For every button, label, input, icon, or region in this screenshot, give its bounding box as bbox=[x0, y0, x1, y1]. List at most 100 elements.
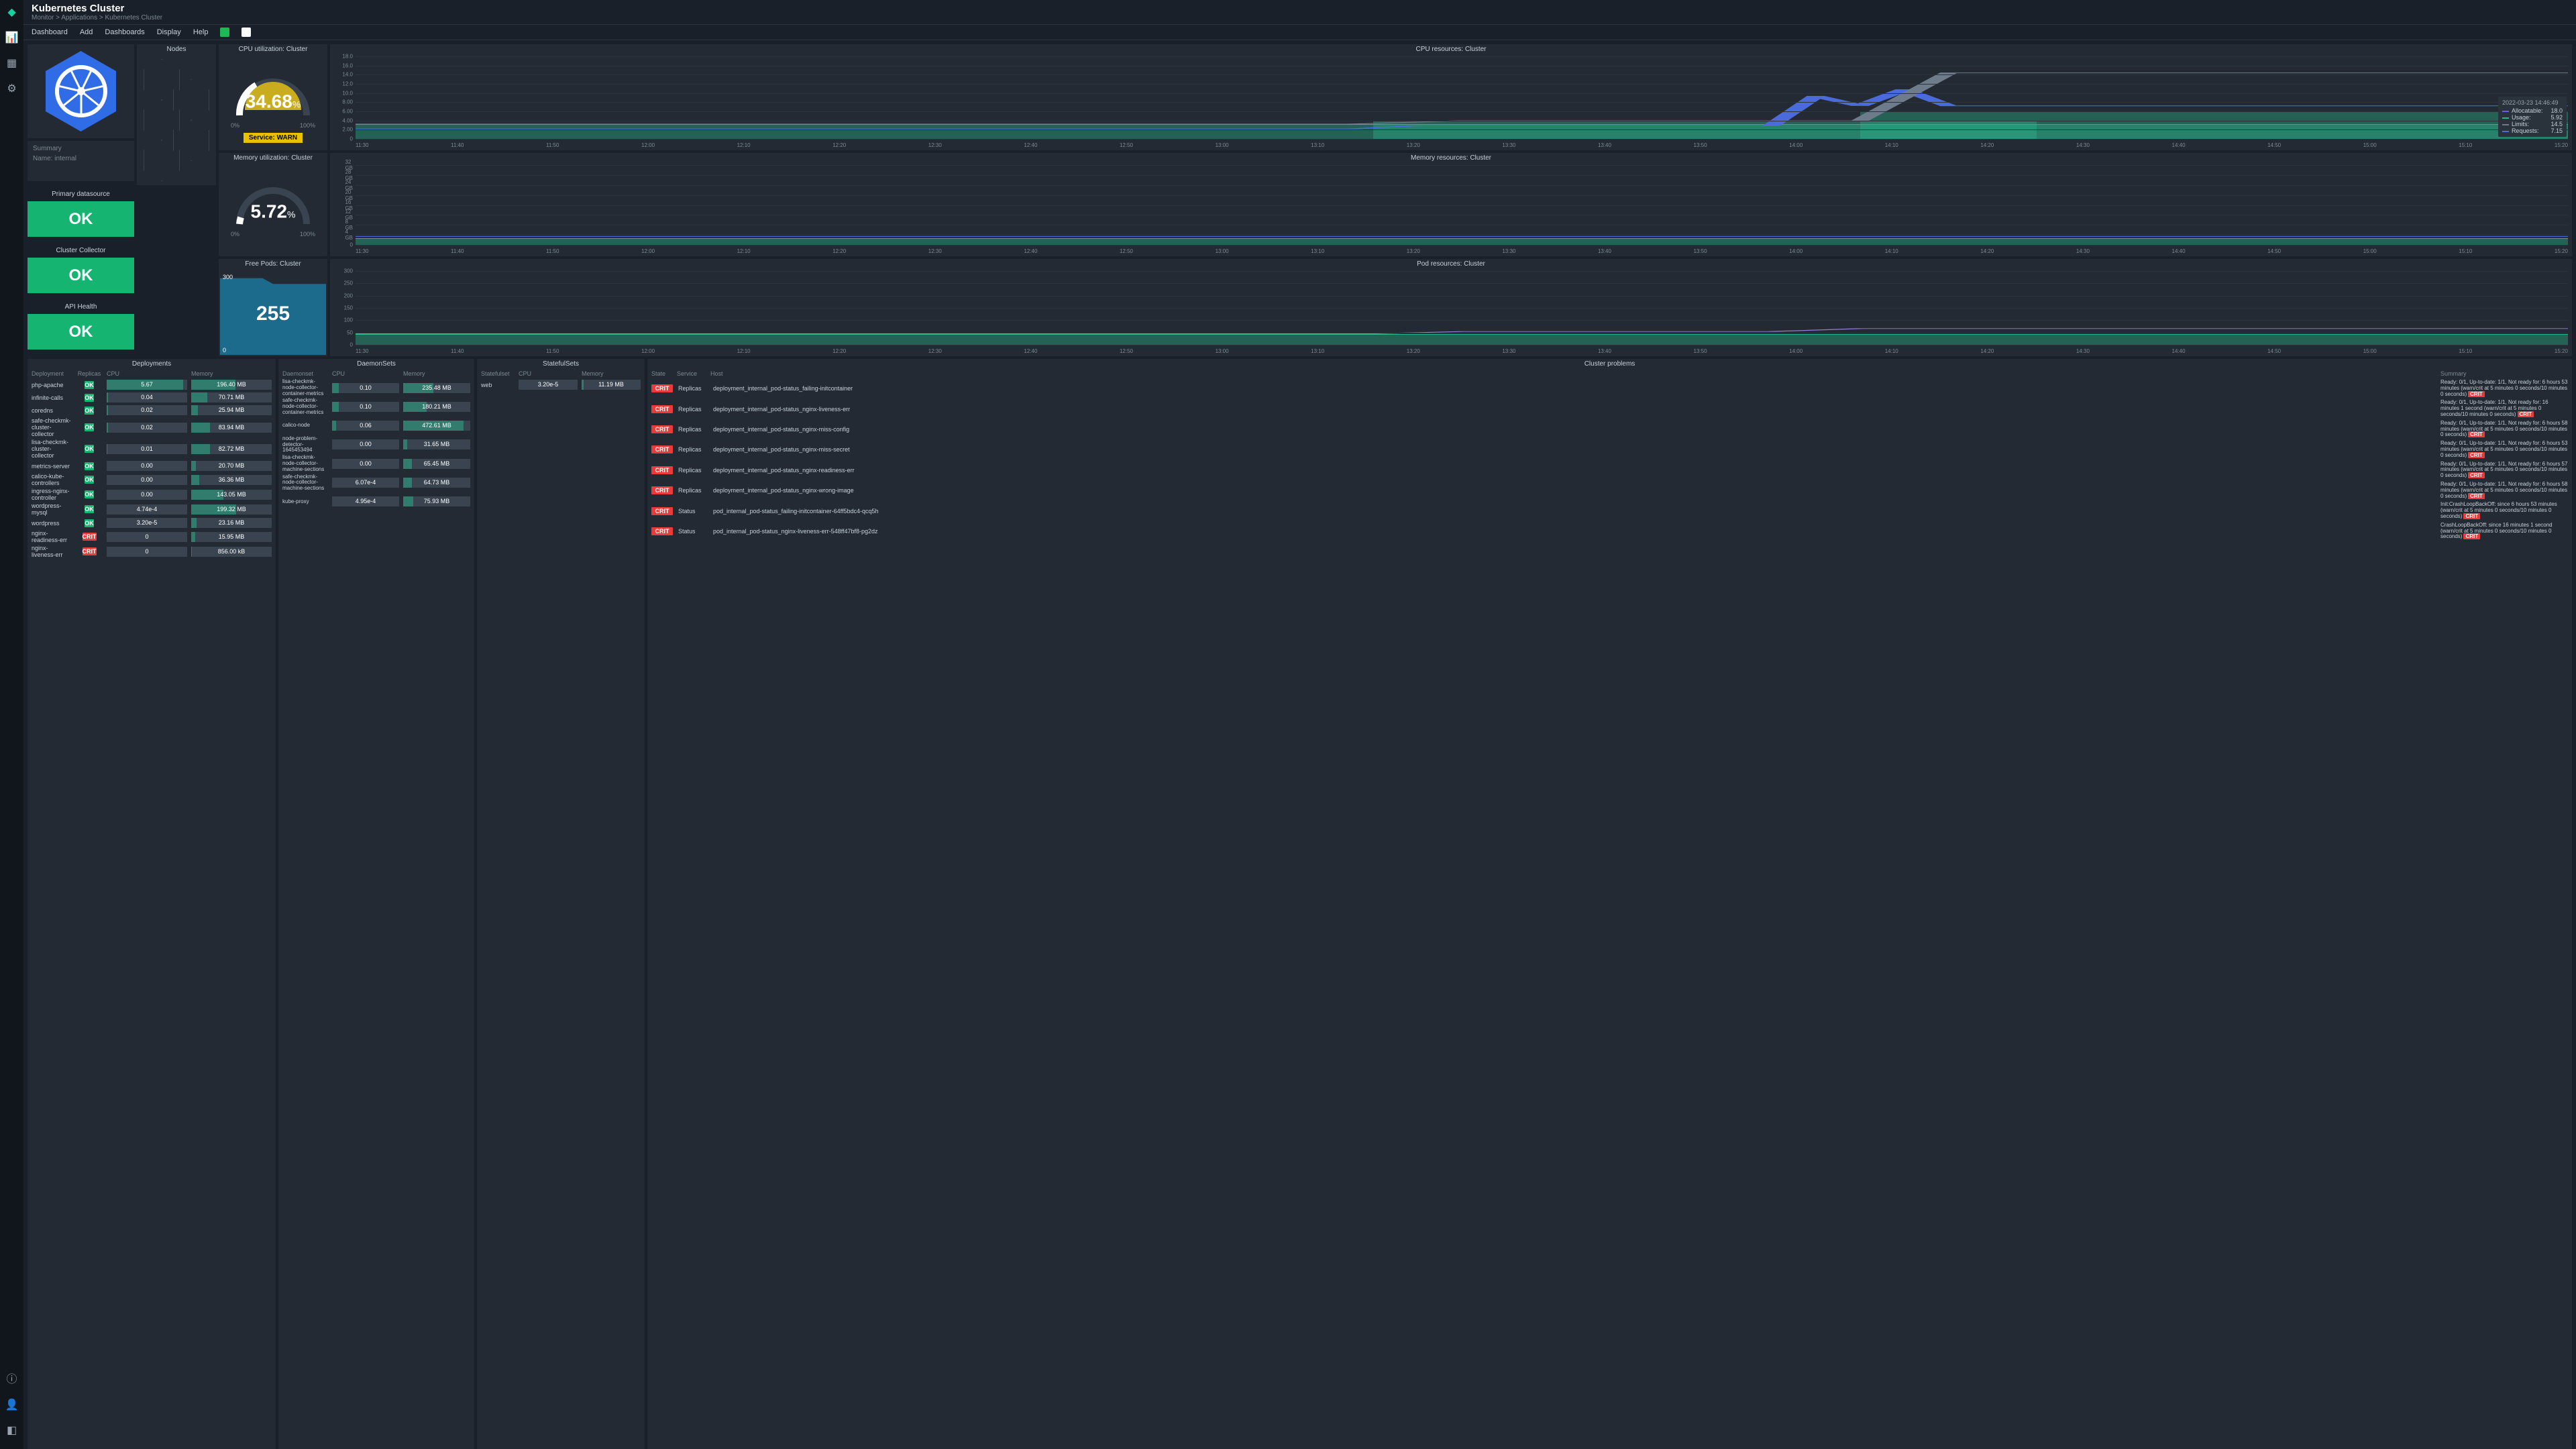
table-row[interactable]: safe-checkmk-cluster-collector OK 0.02 8… bbox=[28, 417, 276, 438]
problem-summary: Ready: 0/1, Up-to-date: 1/1, Not ready f… bbox=[2440, 441, 2568, 458]
cpu-bar: 0 bbox=[107, 547, 187, 557]
cpu-bar: 0 bbox=[107, 532, 187, 542]
table-row[interactable]: CRIT Replicas deployment_internal_pod-st… bbox=[647, 480, 2572, 500]
table-row[interactable]: lisa-checkmk-node-collector-machine-sect… bbox=[278, 454, 474, 473]
cluster-logo-panel bbox=[28, 44, 134, 138]
memory-bar: 20.70 MB bbox=[191, 461, 272, 471]
cpu-bar: 0.00 bbox=[107, 475, 187, 485]
nav-apps-icon[interactable]: ▦ bbox=[7, 56, 17, 70]
memory-bar: 70.71 MB bbox=[191, 392, 272, 402]
host-name: pod_internal_pod-status_nginx-liveness-e… bbox=[713, 528, 2435, 535]
problem-summary: Ready: 0/1, Up-to-date: 1/1, Not ready f… bbox=[2440, 421, 2568, 438]
menu-dashboard[interactable]: Dashboard bbox=[32, 28, 68, 36]
table-row[interactable]: web 3.20e-5 11.19 MB bbox=[477, 378, 645, 391]
cpu-bar: 6.07e-4 bbox=[332, 478, 399, 488]
cpu-resources-chart[interactable]: CPU resources: Cluster 18.016.014.012.01… bbox=[330, 44, 2572, 150]
pod-resources-chart[interactable]: Pod resources: Cluster 30025020015010050… bbox=[330, 259, 2572, 356]
deployment-name: wordpress-mysql bbox=[32, 502, 72, 516]
status-badge: OK bbox=[85, 445, 94, 453]
daemonset-name: node-problem-detector-1645453494 bbox=[282, 436, 328, 453]
nav-collapse-icon[interactable]: ◧ bbox=[7, 1424, 17, 1437]
status-value[interactable]: OK bbox=[28, 258, 134, 293]
nav-monitor-icon[interactable]: 📊 bbox=[5, 31, 19, 44]
app-logo: ◆ bbox=[7, 5, 15, 19]
table-row[interactable]: lisa-checkmk-cluster-collector OK 0.01 8… bbox=[28, 438, 276, 460]
status-badge: OK bbox=[85, 394, 94, 402]
memory-bar: 472.61 MB bbox=[403, 421, 470, 431]
free-pods-value: 255 bbox=[256, 303, 290, 325]
table-row[interactable]: wordpress OK 3.20e-5 23.16 MB bbox=[28, 517, 276, 529]
service-name: Replicas bbox=[678, 467, 708, 474]
table-row[interactable]: metrics-server OK 0.00 20.70 MB bbox=[28, 460, 276, 472]
table-row[interactable]: safe-checkmk-node-collector-machine-sect… bbox=[278, 474, 474, 492]
cpu-gauge-value: 34.68% bbox=[246, 91, 301, 112]
dashboard-main: Summary Name: internal Primary datasourc… bbox=[23, 40, 2576, 1449]
table-row[interactable]: kube-proxy 4.95e-4 75.93 MB bbox=[278, 492, 474, 511]
menu-dashboards[interactable]: Dashboards bbox=[105, 28, 144, 36]
free-pods-panel: Free Pods: Cluster 300 0 255 bbox=[219, 259, 327, 356]
state-badge: CRIT bbox=[651, 486, 673, 494]
table-row[interactable]: calico-node 0.06 472.61 MB bbox=[278, 417, 474, 435]
table-row[interactable]: CRIT Status pod_internal_pod-status_ngin… bbox=[647, 521, 2572, 541]
host-name: deployment_internal_pod-status_nginx-mis… bbox=[713, 426, 2435, 433]
memory-bar: 11.19 MB bbox=[582, 380, 641, 390]
table-row[interactable]: coredns OK 0.02 25.94 MB bbox=[28, 404, 276, 417]
kubernetes-logo-icon bbox=[46, 51, 116, 131]
table-row[interactable]: CRIT Replicas deployment_internal_pod-st… bbox=[647, 439, 2572, 460]
cpu-bar: 0.00 bbox=[107, 461, 187, 471]
status-badge: OK bbox=[85, 519, 94, 527]
table-row[interactable]: node-problem-detector-1645453494 0.00 31… bbox=[278, 435, 474, 454]
nav-user-icon[interactable]: 👤 bbox=[5, 1398, 19, 1411]
daemonset-name: lisa-checkmk-node-collector-machine-sect… bbox=[282, 455, 328, 472]
table-row[interactable]: CRIT Replicas deployment_internal_pod-st… bbox=[647, 398, 2572, 419]
table-row[interactable]: lisa-checkmk-node-collector-container-me… bbox=[278, 378, 474, 397]
deployment-name: coredns bbox=[32, 407, 72, 414]
page-title: Kubernetes Cluster bbox=[32, 3, 2568, 14]
cpu-bar: 0.01 bbox=[107, 444, 187, 454]
cpu-bar: 0.02 bbox=[107, 405, 187, 415]
service-name: Status bbox=[678, 508, 708, 515]
memory-resources-chart[interactable]: Memory resources: Cluster 32 GB28 GB24 G… bbox=[330, 153, 2572, 256]
summary-name: Name: internal bbox=[33, 155, 129, 162]
table-row[interactable]: CRIT Replicas deployment_internal_pod-st… bbox=[647, 460, 2572, 480]
table-row[interactable]: nginx-readiness-err CRIT 0 15.95 MB bbox=[28, 529, 276, 544]
table-row[interactable]: CRIT Replicas deployment_internal_pod-st… bbox=[647, 419, 2572, 439]
table-row[interactable]: php-apache OK 5.67 196.40 MB bbox=[28, 378, 276, 391]
deployment-name: wordpress bbox=[32, 520, 72, 527]
status-value[interactable]: OK bbox=[28, 201, 134, 237]
table-row[interactable]: wordpress-mysql OK 4.74e-4 199.32 MB bbox=[28, 502, 276, 517]
daemonsets-table: DaemonSets Daemonset CPU Memory lisa-che… bbox=[278, 359, 474, 1449]
memory-bar: 83.94 MB bbox=[191, 423, 272, 433]
table-row[interactable]: safe-checkmk-node-collector-container-me… bbox=[278, 397, 474, 416]
table-row[interactable]: infinite-calls OK 0.04 70.71 MB bbox=[28, 391, 276, 404]
cpu-bar: 4.74e-4 bbox=[107, 504, 187, 515]
memory-bar: 31.65 MB bbox=[403, 439, 470, 449]
daemonset-name: calico-node bbox=[282, 423, 328, 429]
cpu-bar: 0.10 bbox=[332, 402, 399, 412]
memory-bar: 64.73 MB bbox=[403, 478, 470, 488]
status-value[interactable]: OK bbox=[28, 314, 134, 350]
host-name: deployment_internal_pod-status_nginx-rea… bbox=[713, 467, 2435, 474]
table-row[interactable]: CRIT Status pod_internal_pod-status_fail… bbox=[647, 500, 2572, 521]
host-name: deployment_internal_pod-status_failing-i… bbox=[713, 385, 2435, 392]
menu-help[interactable]: Help bbox=[193, 28, 209, 36]
table-row[interactable]: calico-kube-controllers OK 0.00 36.36 MB bbox=[28, 472, 276, 487]
deployment-name: lisa-checkmk-cluster-collector bbox=[32, 439, 72, 459]
status-cluster-collector: Cluster Collector OK bbox=[28, 246, 134, 296]
nav-settings-icon[interactable]: ⚙ bbox=[7, 82, 16, 95]
memory-gauge-value: 5.72% bbox=[251, 201, 296, 223]
table-row[interactable]: nginx-liveness-err CRIT 0 856.00 kB bbox=[28, 544, 276, 559]
page-icon bbox=[241, 28, 251, 37]
problem-summary: CrashLoopBackOff: since 16 minutes 1 sec… bbox=[2440, 523, 2568, 540]
nav-info-icon[interactable]: ⓘ bbox=[6, 1370, 17, 1386]
menu-add[interactable]: Add bbox=[80, 28, 93, 36]
table-row[interactable]: CRIT Replicas deployment_internal_pod-st… bbox=[647, 378, 2572, 398]
menu-display[interactable]: Display bbox=[157, 28, 181, 36]
deployment-name: nginx-liveness-err bbox=[32, 545, 72, 558]
service-name: Replicas bbox=[678, 406, 708, 413]
deployment-name: metrics-server bbox=[32, 463, 72, 470]
host-name: deployment_internal_pod-status_nginx-liv… bbox=[713, 406, 2435, 413]
summary-label: Summary bbox=[33, 145, 129, 152]
table-row[interactable]: ingress-nginx-controller OK 0.00 143.05 … bbox=[28, 487, 276, 502]
state-badge: CRIT bbox=[651, 507, 673, 515]
